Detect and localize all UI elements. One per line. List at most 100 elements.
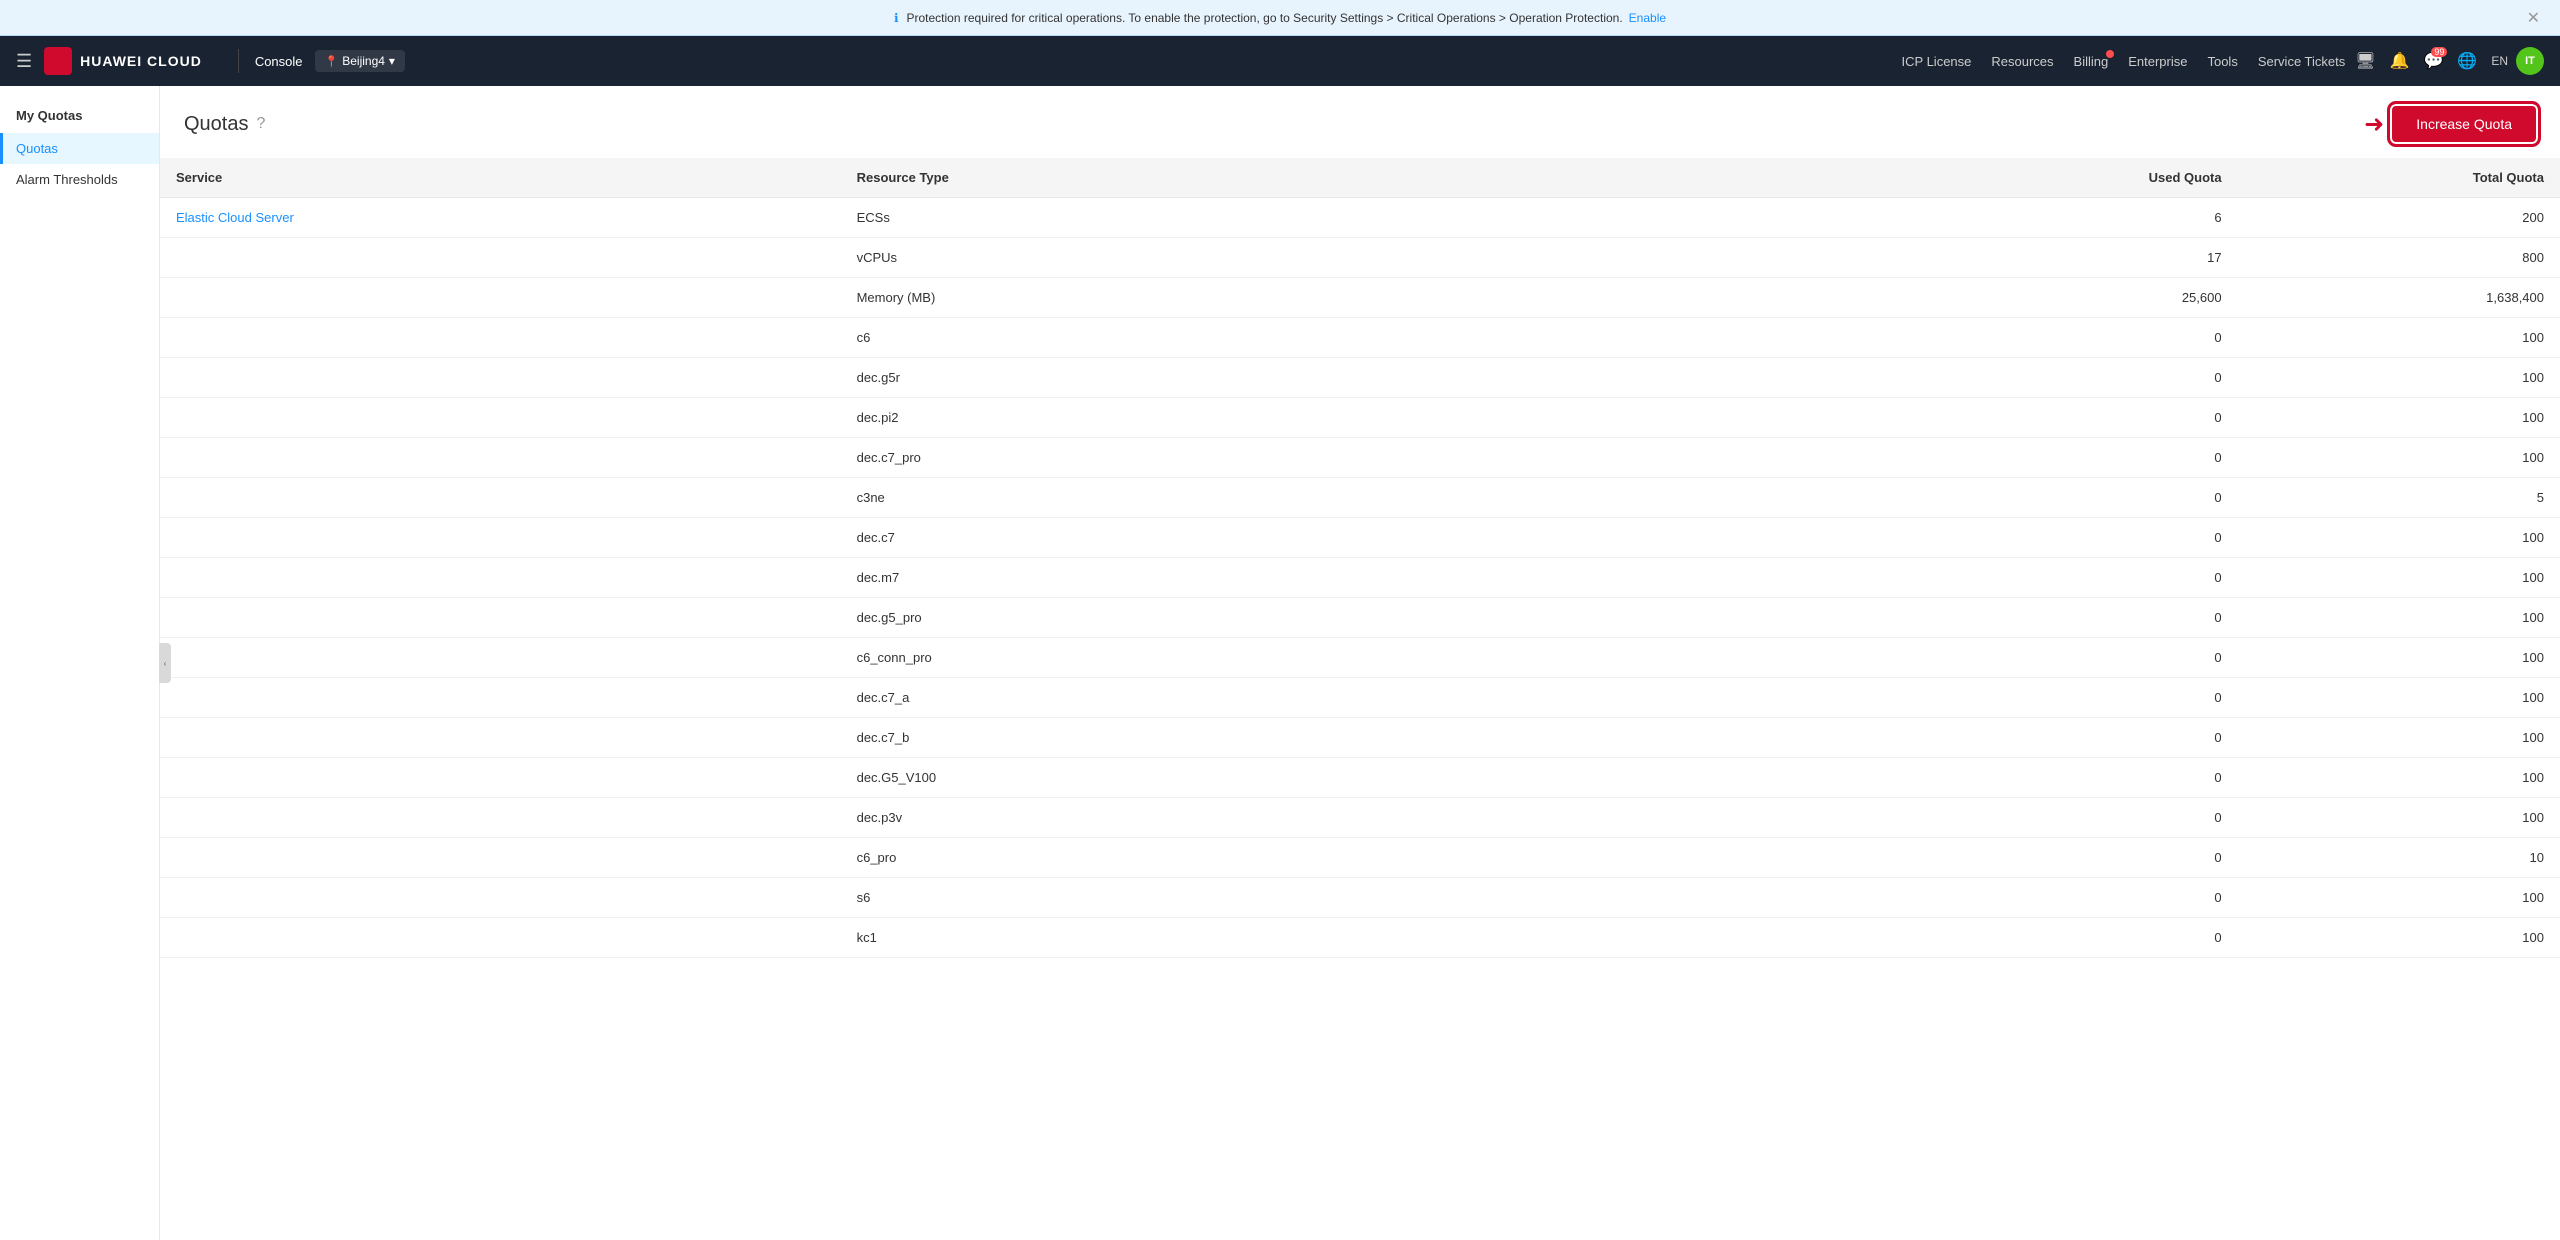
sidebar-section-title: My Quotas bbox=[0, 102, 159, 129]
user-avatar-area[interactable]: IT bbox=[2516, 47, 2544, 75]
cell-total-quota: 100 bbox=[2238, 918, 2560, 958]
cell-used-quota: 0 bbox=[1879, 638, 2237, 678]
cell-resource-type: c6_pro bbox=[841, 838, 1880, 878]
cell-resource-type: Memory (MB) bbox=[841, 278, 1880, 318]
notification-bar: ℹ Protection required for critical opera… bbox=[0, 0, 2560, 36]
cell-used-quota: 6 bbox=[1879, 198, 2237, 238]
table-row: c6_conn_pro0100 bbox=[160, 638, 2560, 678]
cell-used-quota: 0 bbox=[1879, 798, 2237, 838]
menu-toggle-btn[interactable]: ☰ bbox=[16, 51, 32, 72]
cell-resource-type: c6 bbox=[841, 318, 1880, 358]
cell-total-quota: 100 bbox=[2238, 758, 2560, 798]
cell-total-quota: 100 bbox=[2238, 598, 2560, 638]
cell-service bbox=[160, 718, 841, 758]
help-icon[interactable]: ? bbox=[256, 115, 265, 133]
cell-total-quota: 100 bbox=[2238, 798, 2560, 838]
col-header-total: Total Quota bbox=[2238, 158, 2560, 198]
top-navigation: ☰ HUAWEI CLOUD Console 📍 Beijing4 ▾ ICP … bbox=[0, 36, 2560, 86]
table-row: dec.c7_a0100 bbox=[160, 678, 2560, 718]
close-notification-btn[interactable]: ✕ bbox=[2527, 8, 2540, 28]
cell-total-quota: 100 bbox=[2238, 638, 2560, 678]
sidebar-item-alarm-thresholds[interactable]: Alarm Thresholds bbox=[0, 164, 159, 195]
cell-total-quota: 100 bbox=[2238, 318, 2560, 358]
cell-used-quota: 0 bbox=[1879, 678, 2237, 718]
page-header: Quotas ? ➜ Increase Quota bbox=[160, 86, 2560, 158]
cell-used-quota: 0 bbox=[1879, 358, 2237, 398]
enterprise-link[interactable]: Enterprise bbox=[2128, 54, 2187, 69]
cell-service bbox=[160, 318, 841, 358]
cell-resource-type: dec.g5_pro bbox=[841, 598, 1880, 638]
table-row: dec.m70100 bbox=[160, 558, 2560, 598]
sidebar: My Quotas Quotas Alarm Thresholds ‹ bbox=[0, 86, 160, 1240]
nav-icon-area: 🖥 🔔 💬 99 🌐 EN bbox=[2355, 51, 2508, 71]
cell-used-quota: 0 bbox=[1879, 438, 2237, 478]
service-tickets-link[interactable]: Service Tickets bbox=[2258, 54, 2345, 69]
cell-resource-type: dec.pi2 bbox=[841, 398, 1880, 438]
table-row: dec.c7_pro0100 bbox=[160, 438, 2560, 478]
icp-license-link[interactable]: ICP License bbox=[1902, 54, 1972, 69]
screen-icon[interactable]: 🖥 bbox=[2355, 51, 2375, 71]
cell-total-quota: 10 bbox=[2238, 838, 2560, 878]
table-row: kc10100 bbox=[160, 918, 2560, 958]
cell-used-quota: 0 bbox=[1879, 398, 2237, 438]
cell-service bbox=[160, 438, 841, 478]
billing-link[interactable]: Billing bbox=[2074, 54, 2109, 69]
table-row: dec.c70100 bbox=[160, 518, 2560, 558]
cell-service bbox=[160, 598, 841, 638]
cell-used-quota: 0 bbox=[1879, 478, 2237, 518]
sidebar-collapse-btn[interactable]: ‹ bbox=[159, 643, 171, 683]
cell-total-quota: 200 bbox=[2238, 198, 2560, 238]
table-row: s60100 bbox=[160, 878, 2560, 918]
cell-service bbox=[160, 838, 841, 878]
table-row: c3ne05 bbox=[160, 478, 2560, 518]
location-icon: 📍 bbox=[325, 55, 339, 68]
col-header-used: Used Quota bbox=[1879, 158, 2237, 198]
page-title: Quotas bbox=[184, 113, 248, 136]
sidebar-item-quotas[interactable]: Quotas bbox=[0, 133, 159, 164]
table-row: dec.pi20100 bbox=[160, 398, 2560, 438]
increase-quota-button[interactable]: Increase Quota bbox=[2392, 106, 2536, 142]
cell-resource-type: kc1 bbox=[841, 918, 1880, 958]
table-row: Memory (MB)25,6001,638,400 bbox=[160, 278, 2560, 318]
cell-resource-type: dec.c7 bbox=[841, 518, 1880, 558]
bell-icon[interactable]: 🔔 bbox=[2390, 51, 2410, 71]
cell-resource-type: s6 bbox=[841, 878, 1880, 918]
table-row: Elastic Cloud ServerECSs6200 bbox=[160, 198, 2560, 238]
cell-total-quota: 100 bbox=[2238, 678, 2560, 718]
region-selector[interactable]: 📍 Beijing4 ▾ bbox=[315, 50, 405, 72]
cell-resource-type: dec.c7_b bbox=[841, 718, 1880, 758]
cell-resource-type: c6_conn_pro bbox=[841, 638, 1880, 678]
cell-service bbox=[160, 798, 841, 838]
cell-total-quota: 100 bbox=[2238, 518, 2560, 558]
enable-link[interactable]: Enable bbox=[1629, 11, 1666, 25]
tools-link[interactable]: Tools bbox=[2207, 54, 2237, 69]
cell-total-quota: 100 bbox=[2238, 398, 2560, 438]
cell-used-quota: 0 bbox=[1879, 758, 2237, 798]
console-link[interactable]: Console bbox=[255, 54, 303, 69]
resources-link[interactable]: Resources bbox=[1991, 54, 2053, 69]
cell-used-quota: 0 bbox=[1879, 718, 2237, 758]
cell-used-quota: 0 bbox=[1879, 598, 2237, 638]
cell-used-quota: 0 bbox=[1879, 318, 2237, 358]
table-row: c6_pro010 bbox=[160, 838, 2560, 878]
header-btn-area: ➜ Increase Quota bbox=[2364, 106, 2536, 142]
message-icon[interactable]: 💬 99 bbox=[2423, 51, 2443, 71]
nav-right-links: ICP License Resources Billing Enterprise… bbox=[1902, 54, 2346, 69]
cell-service bbox=[160, 398, 841, 438]
cell-resource-type: dec.G5_V100 bbox=[841, 758, 1880, 798]
cell-resource-type: c3ne bbox=[841, 478, 1880, 518]
title-area: Quotas ? bbox=[184, 113, 265, 136]
table-row: dec.p3v0100 bbox=[160, 798, 2560, 838]
globe-icon[interactable]: 🌐 bbox=[2457, 51, 2477, 71]
cell-service bbox=[160, 358, 841, 398]
billing-notification-dot bbox=[2106, 50, 2114, 58]
cell-resource-type: vCPUs bbox=[841, 238, 1880, 278]
cell-resource-type: dec.g5r bbox=[841, 358, 1880, 398]
lang-label[interactable]: EN bbox=[2491, 54, 2508, 68]
cell-used-quota: 0 bbox=[1879, 918, 2237, 958]
cell-total-quota: 100 bbox=[2238, 718, 2560, 758]
col-header-resource: Resource Type bbox=[841, 158, 1880, 198]
cell-total-quota: 1,638,400 bbox=[2238, 278, 2560, 318]
cell-used-quota: 17 bbox=[1879, 238, 2237, 278]
cell-used-quota: 0 bbox=[1879, 878, 2237, 918]
